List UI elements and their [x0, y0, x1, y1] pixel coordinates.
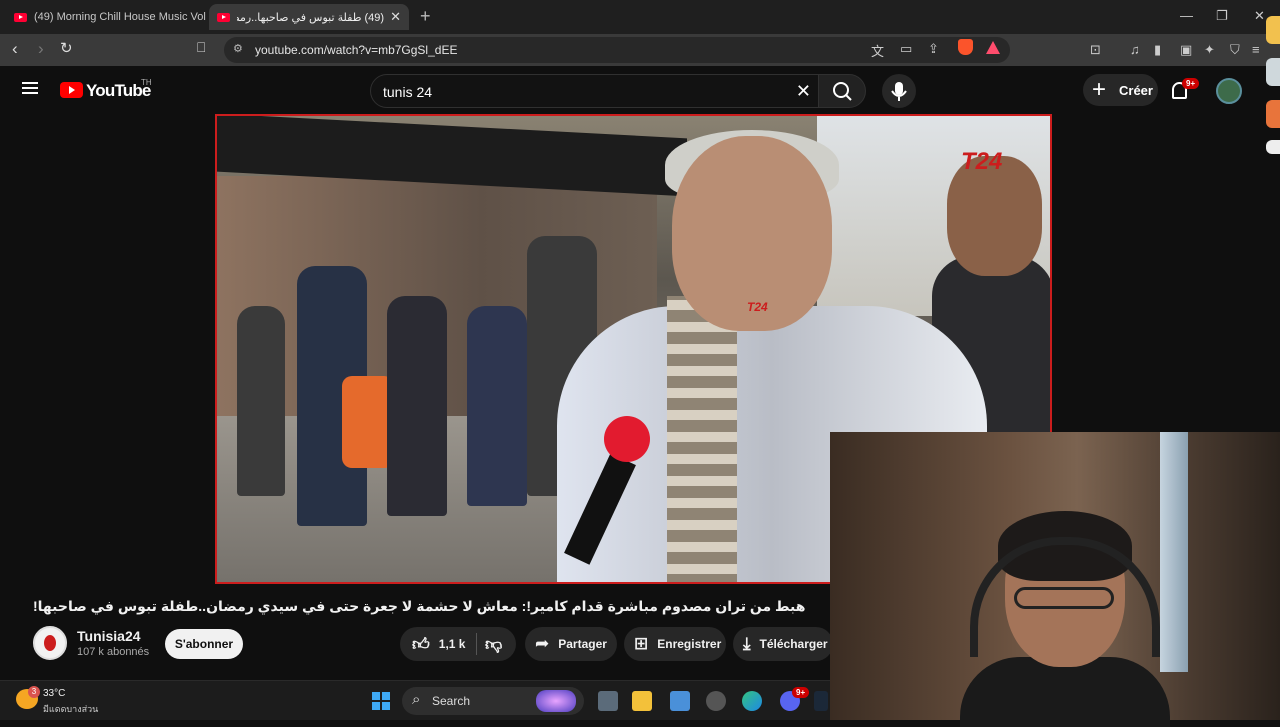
address-bar[interactable]: ⚙ youtube.com/watch?v=mb7GgSl_dEE 文 ▭ ⇪ [224, 37, 1010, 63]
taskbar-search[interactable]: Search [402, 687, 584, 715]
playlist-add-icon: ⊞ [634, 634, 649, 653]
notification-badge: 9+ [1182, 78, 1200, 89]
task-view-icon[interactable] [598, 691, 618, 711]
t24-face-logo: T24 [747, 300, 768, 314]
share-arrow-icon: ➦ [535, 634, 550, 653]
sidebar-app-icon[interactable] [1266, 58, 1280, 86]
tab-title: (49) Morning Chill House Music Vol.3 [34, 11, 206, 23]
edge-icon[interactable] [742, 691, 762, 711]
new-tab-button[interactable]: + [420, 6, 431, 27]
search-button[interactable] [818, 74, 866, 108]
url-text: youtube.com/watch?v=mb7GgSl_dEE [255, 43, 458, 57]
weather-badge: 3 [28, 686, 40, 698]
chatgpt-icon[interactable] [706, 691, 726, 711]
close-tab-icon[interactable]: ✕ [390, 9, 401, 25]
steam-icon[interactable] [814, 691, 828, 711]
taskbar: 3 33°C มีแดดบางส่วน Search 9+ [0, 680, 830, 720]
search-icon [833, 82, 852, 101]
divider [476, 633, 477, 655]
sidebar-app-icon[interactable] [1266, 140, 1280, 154]
subscriber-count: 107 k abonnés [77, 646, 150, 658]
forward-icon[interactable]: › [38, 39, 44, 59]
share-button[interactable]: ➦ Partager [525, 627, 617, 661]
browser-menu-icon[interactable]: ≡ [1252, 42, 1260, 57]
share-page-icon[interactable]: ⇪ [928, 41, 939, 57]
search-highlight-icon [536, 690, 576, 712]
webcam-overlay [830, 432, 1280, 727]
youtube-header: YouTube TH tunis 24 ✕ Créer 9+ [0, 66, 1260, 114]
media-icon[interactable]: ♫ [1130, 42, 1140, 57]
share-label: Partager [558, 637, 607, 651]
sidebar-app-icon[interactable] [1266, 16, 1280, 44]
tab-strip: (49) Morning Chill House Music Vol.3 (49… [0, 0, 1280, 34]
sidebar-app-icon[interactable] [1266, 100, 1280, 128]
tab-title: (49) طفلة تبوس في صاحبها..رمضان [237, 11, 385, 24]
site-settings-icon[interactable]: ⚙ [233, 42, 243, 55]
clear-search-icon[interactable]: ✕ [796, 81, 811, 102]
channel-avatar[interactable] [33, 626, 67, 660]
like-icon[interactable]: 👍︎ [412, 634, 430, 655]
back-icon[interactable]: ‹ [12, 39, 18, 59]
brave-shields-icon[interactable] [958, 39, 973, 55]
save-label: Enregistrer [657, 637, 722, 651]
webcam-person [960, 511, 1170, 727]
browser-side-panel [1262, 0, 1280, 160]
vpn-icon[interactable]: ⛉ [1230, 42, 1240, 58]
maximize-icon[interactable]: ❐ [1216, 8, 1228, 24]
download-icon: ⤓ [743, 634, 751, 653]
tab-morning-chill[interactable]: (49) Morning Chill House Music Vol.3 [6, 4, 206, 30]
wallet-icon[interactable]: ▣ [1180, 42, 1192, 58]
brave-rewards-icon[interactable] [986, 41, 1000, 54]
screenshot-icon[interactable]: ⊡ [1090, 42, 1101, 58]
weather-condition: มีแดดบางส่วน [43, 704, 99, 714]
download-label: Télécharger [759, 637, 828, 651]
tab-active-video[interactable]: (49) طفلة تبوس في صاحبها..رمضان ✕ [209, 4, 409, 30]
video-frame-microphone [562, 416, 650, 566]
search-input[interactable]: tunis 24 ✕ [370, 74, 824, 108]
windows-start-icon[interactable] [372, 692, 390, 710]
search-value: tunis 24 [383, 84, 433, 100]
webcam-window-light [1160, 432, 1188, 672]
youtube-favicon-icon [217, 12, 230, 22]
account-avatar[interactable] [1216, 78, 1242, 104]
create-button[interactable]: Créer [1083, 74, 1158, 106]
video-title: هبط من تران مصدوم مباشرة قدام كامير!: مع… [33, 598, 806, 614]
reload-icon[interactable]: ↻ [60, 39, 73, 57]
like-count[interactable]: 1,1 k [439, 637, 466, 651]
channel-name[interactable]: Tunisia24 [77, 628, 141, 644]
t24-watermark: T24 [961, 148, 1003, 175]
like-dislike-group: 👍︎ 1,1 k 👎︎ [400, 627, 516, 661]
subscribe-button[interactable]: S'abonner [165, 629, 243, 659]
browser-toolbar: ‹ › ↻ ⎕ ⚙ youtube.com/watch?v=mb7GgSl_dE… [0, 34, 1280, 66]
translate-icon[interactable]: 文 [871, 41, 884, 60]
file-explorer-icon[interactable] [632, 691, 652, 711]
microsoft-store-icon[interactable] [670, 691, 690, 711]
temperature[interactable]: 33°C [43, 688, 65, 699]
youtube-favicon-icon [14, 12, 27, 22]
cast-icon[interactable]: ▭ [900, 41, 912, 57]
save-button[interactable]: ⊞ Enregistrer [624, 627, 726, 661]
leo-ai-icon[interactable]: ✦ [1204, 42, 1215, 58]
sidebar-icon[interactable]: ▮ [1154, 42, 1161, 58]
minimize-icon[interactable]: — [1180, 8, 1193, 23]
dislike-icon[interactable]: 👎︎ [485, 634, 502, 655]
video-frame-pedestrians [237, 236, 597, 582]
taskbar-search-label: Search [432, 694, 471, 708]
hamburger-menu-icon[interactable] [22, 82, 38, 94]
youtube-logo-icon[interactable] [60, 82, 83, 98]
voice-search-button[interactable] [882, 74, 916, 108]
country-code: TH [141, 78, 152, 87]
bookmark-icon[interactable]: ⎕ [197, 39, 205, 56]
microphone-icon [891, 82, 907, 101]
download-button[interactable]: ⤓ Télécharger [733, 627, 833, 661]
discord-badge: 9+ [792, 687, 810, 698]
